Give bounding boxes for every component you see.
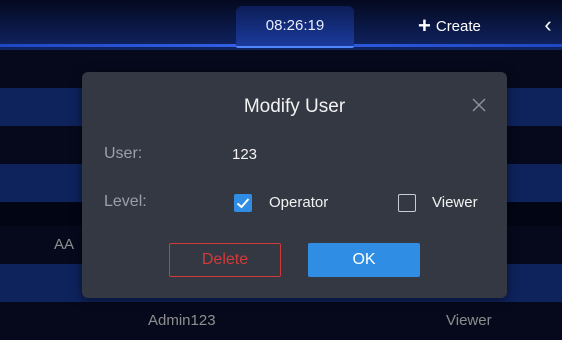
- plus-icon: +: [418, 13, 431, 38]
- viewer-checkbox[interactable]: [398, 194, 416, 212]
- clock: 08:26:19: [265, 17, 325, 34]
- clock-tab: 08:26:19: [236, 6, 354, 48]
- chevron-left-icon: ‹: [544, 12, 552, 37]
- top-bar: 08:26:19 + Create ‹: [0, 0, 562, 50]
- user-label: User:: [104, 145, 143, 162]
- ok-button[interactable]: OK: [308, 243, 420, 277]
- create-label: Create: [435, 17, 481, 35]
- delete-button[interactable]: Delete: [169, 243, 281, 277]
- close-icon[interactable]: [470, 96, 488, 114]
- level-label: Level:: [104, 193, 147, 210]
- viewer-option-label[interactable]: Viewer: [432, 194, 478, 211]
- create-button[interactable]: + Create: [418, 14, 481, 38]
- operator-checkbox[interactable]: [234, 194, 252, 212]
- dialog-title: Modify User: [243, 96, 346, 117]
- user-value: 123: [232, 146, 258, 163]
- operator-option-label[interactable]: Operator: [269, 194, 328, 211]
- back-button[interactable]: ‹: [540, 12, 556, 38]
- modify-user-dialog: Modify User User: 123 Level: Operator Vi…: [82, 72, 507, 298]
- checkmark-icon: [236, 198, 250, 209]
